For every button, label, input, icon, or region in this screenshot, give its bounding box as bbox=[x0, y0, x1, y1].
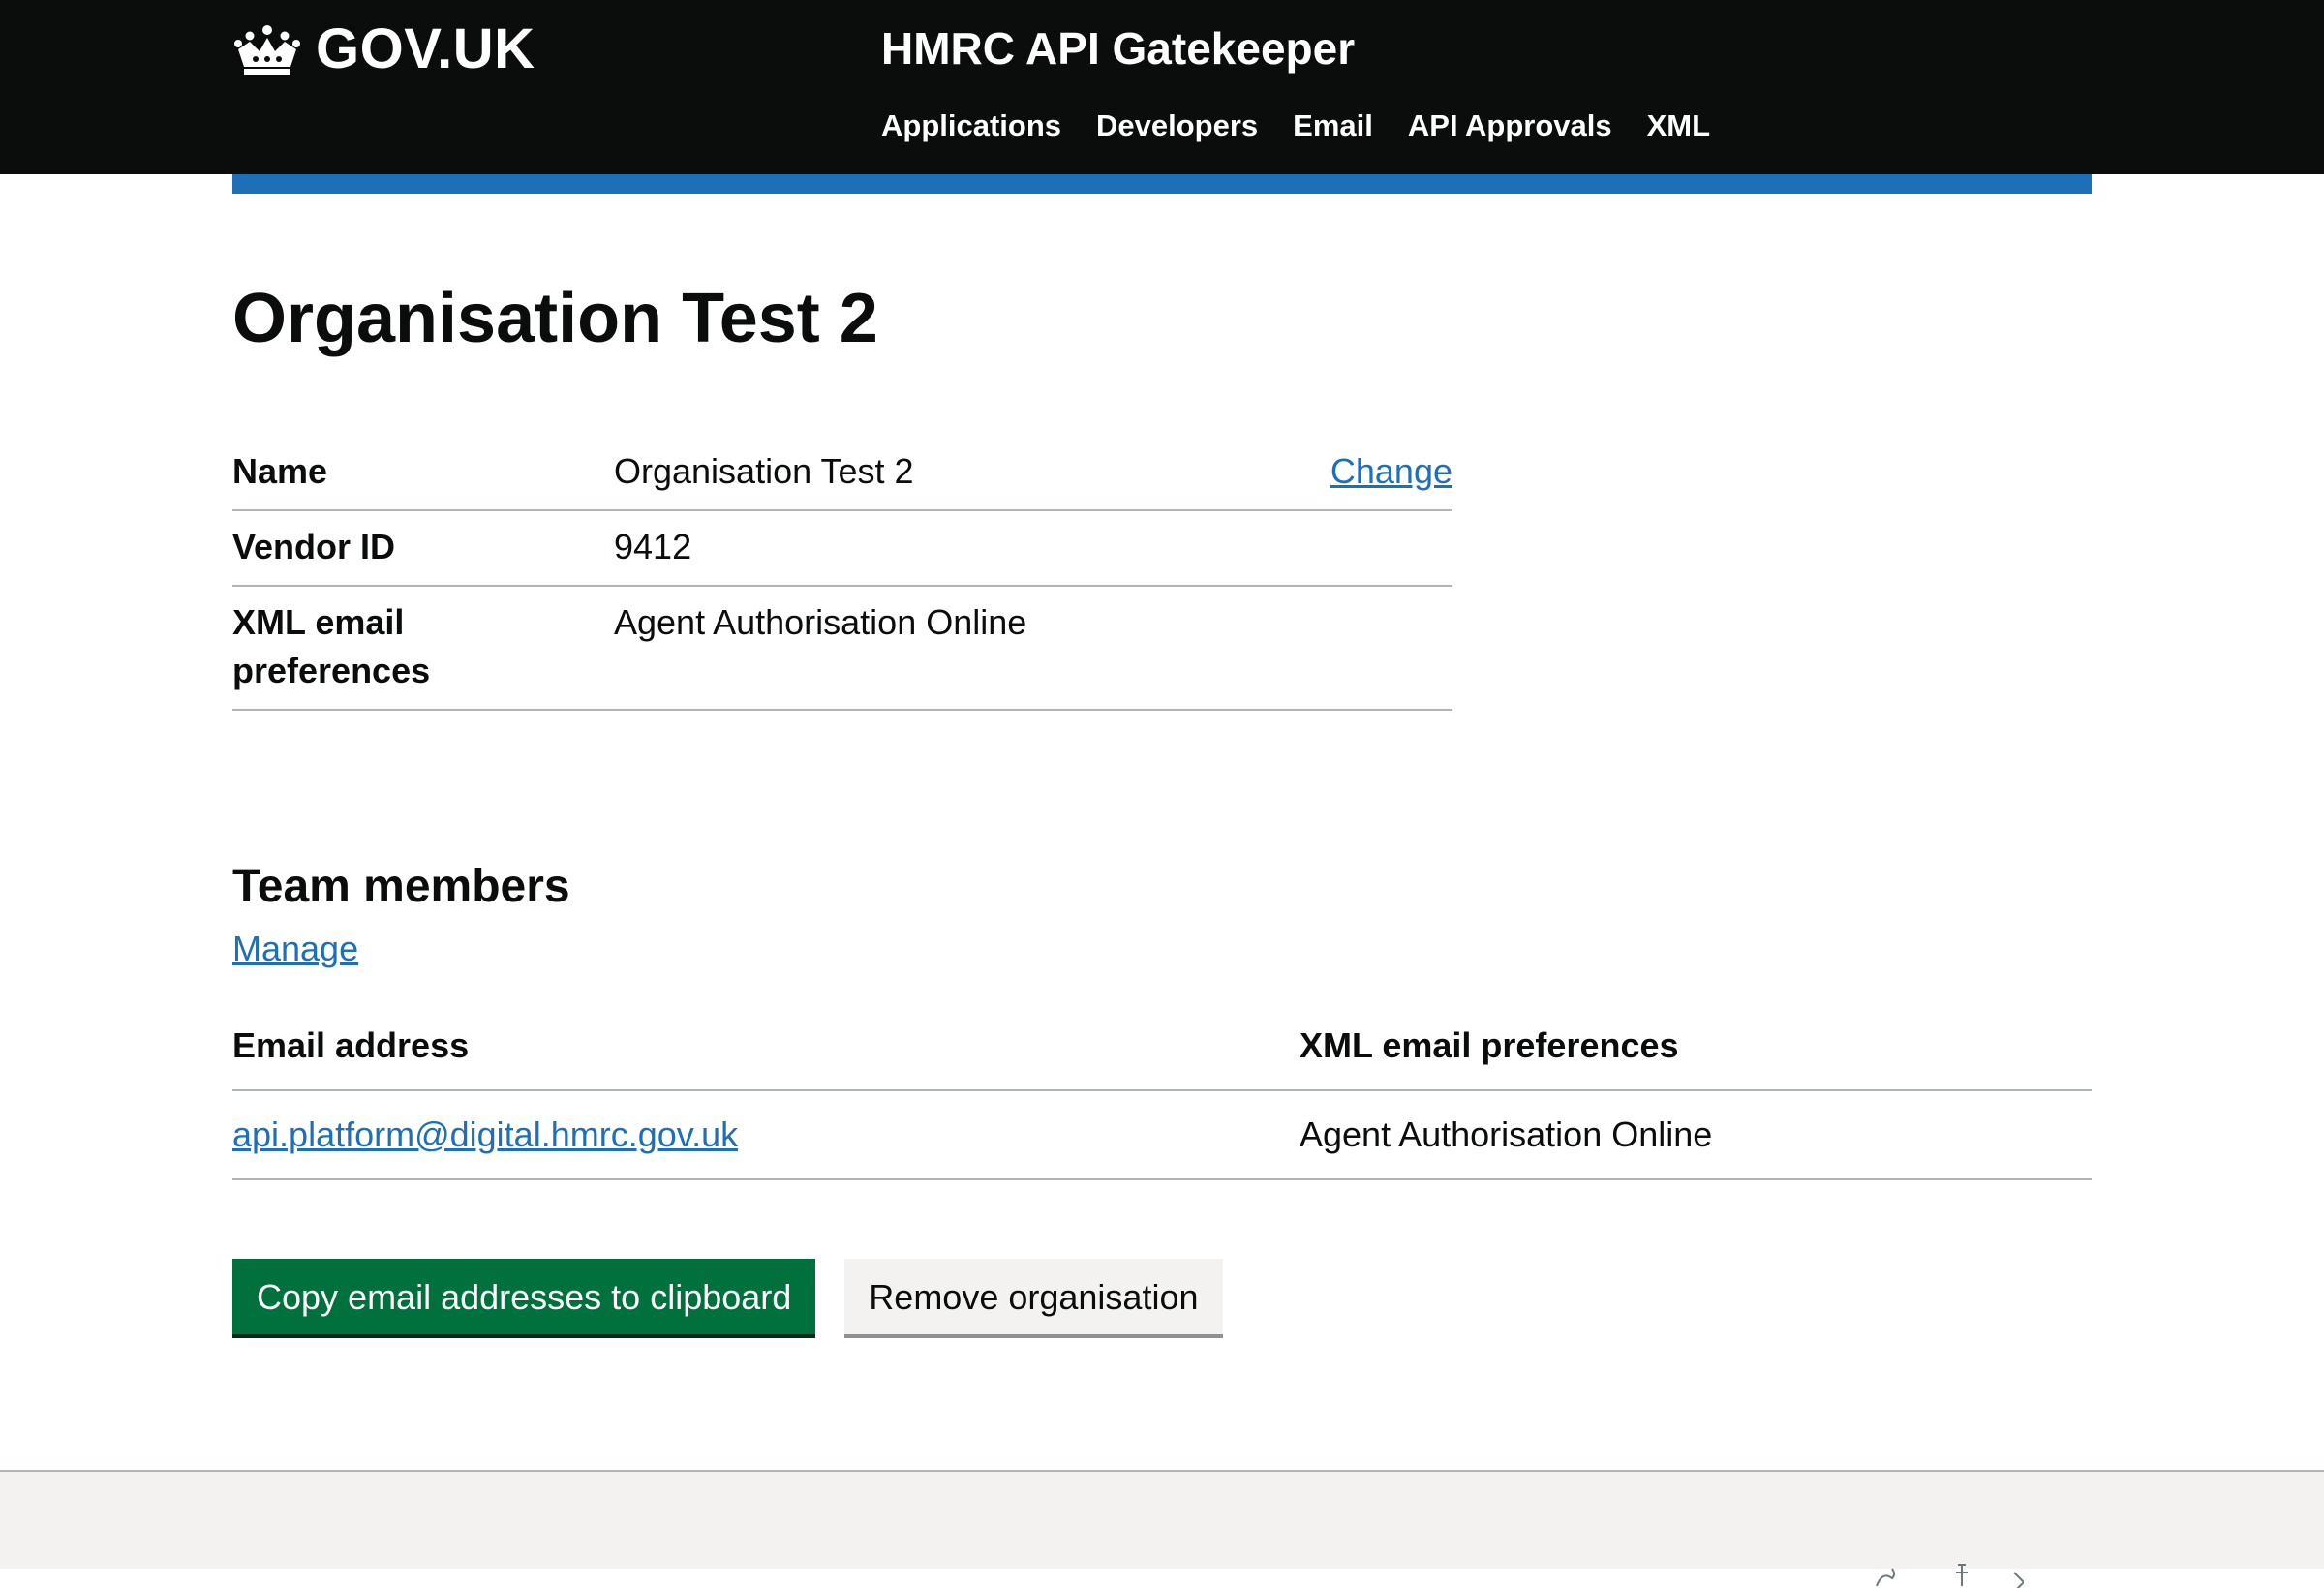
site-header: GOV.UK HMRC API Gatekeeper Applications … bbox=[0, 0, 2324, 174]
column-header-xml-preferences: XML email preferences bbox=[1300, 1017, 2092, 1091]
member-email-link[interactable]: api.platform@digital.hmrc.gov.uk bbox=[232, 1115, 738, 1154]
change-name-link[interactable]: Change bbox=[1330, 447, 1452, 496]
page-title: Organisation Test 2 bbox=[232, 280, 878, 357]
nav-api-approvals[interactable]: API Approvals bbox=[1408, 105, 1612, 147]
logo-text: GOV.UK bbox=[316, 16, 535, 80]
summary-value: Organisation Test 2 bbox=[614, 451, 914, 491]
nav-applications[interactable]: Applications bbox=[881, 105, 1061, 147]
govuk-logo-link[interactable]: GOV.UK bbox=[232, 17, 535, 80]
site-footer bbox=[0, 1470, 2324, 1588]
summary-key: XML email preferences bbox=[232, 602, 431, 690]
service-name[interactable]: HMRC API Gatekeeper bbox=[881, 19, 1355, 77]
crown-icon bbox=[234, 25, 300, 75]
summary-key: Name bbox=[232, 451, 328, 491]
summary-row-vendor-id: Vendor ID 9412 bbox=[232, 511, 1452, 587]
summary-value: 9412 bbox=[614, 527, 692, 566]
summary-key: Vendor ID bbox=[232, 527, 396, 566]
primary-navigation: Applications Developers Email API Approv… bbox=[881, 105, 1710, 147]
summary-row-name: Name Organisation Test 2 Change bbox=[232, 436, 1452, 511]
column-header-email: Email address bbox=[232, 1017, 1300, 1091]
preferences-cell: Agent Authorisation Online bbox=[1300, 1090, 2092, 1180]
remove-organisation-button[interactable]: Remove organisation bbox=[844, 1259, 1223, 1334]
nav-email[interactable]: Email bbox=[1293, 105, 1373, 147]
organisation-summary-list: Name Organisation Test 2 Change Vendor I… bbox=[232, 436, 1452, 711]
manage-team-link[interactable]: Manage bbox=[232, 925, 358, 973]
copy-emails-button[interactable]: Copy email addresses to clipboard bbox=[232, 1259, 816, 1334]
email-cell: api.platform@digital.hmrc.gov.uk bbox=[232, 1090, 1300, 1180]
team-members-heading: Team members bbox=[232, 861, 570, 912]
nav-developers[interactable]: Developers bbox=[1096, 105, 1258, 147]
summary-row-xml-email-preferences: XML email preferences Agent Authorisatio… bbox=[232, 587, 1452, 711]
summary-value: Agent Authorisation Online bbox=[614, 602, 1027, 642]
table-row: api.platform@digital.hmrc.gov.uk Agent A… bbox=[232, 1090, 2092, 1180]
header-accent-bar bbox=[232, 174, 2092, 194]
royal-coat-of-arms-icon bbox=[1876, 1564, 2024, 1588]
team-members-table: Email address XML email preferences api.… bbox=[232, 1017, 2092, 1180]
action-buttons: Copy email addresses to clipboard Remove… bbox=[232, 1259, 1223, 1334]
nav-xml[interactable]: XML bbox=[1647, 105, 1710, 147]
table-header-row: Email address XML email preferences bbox=[232, 1017, 2092, 1091]
